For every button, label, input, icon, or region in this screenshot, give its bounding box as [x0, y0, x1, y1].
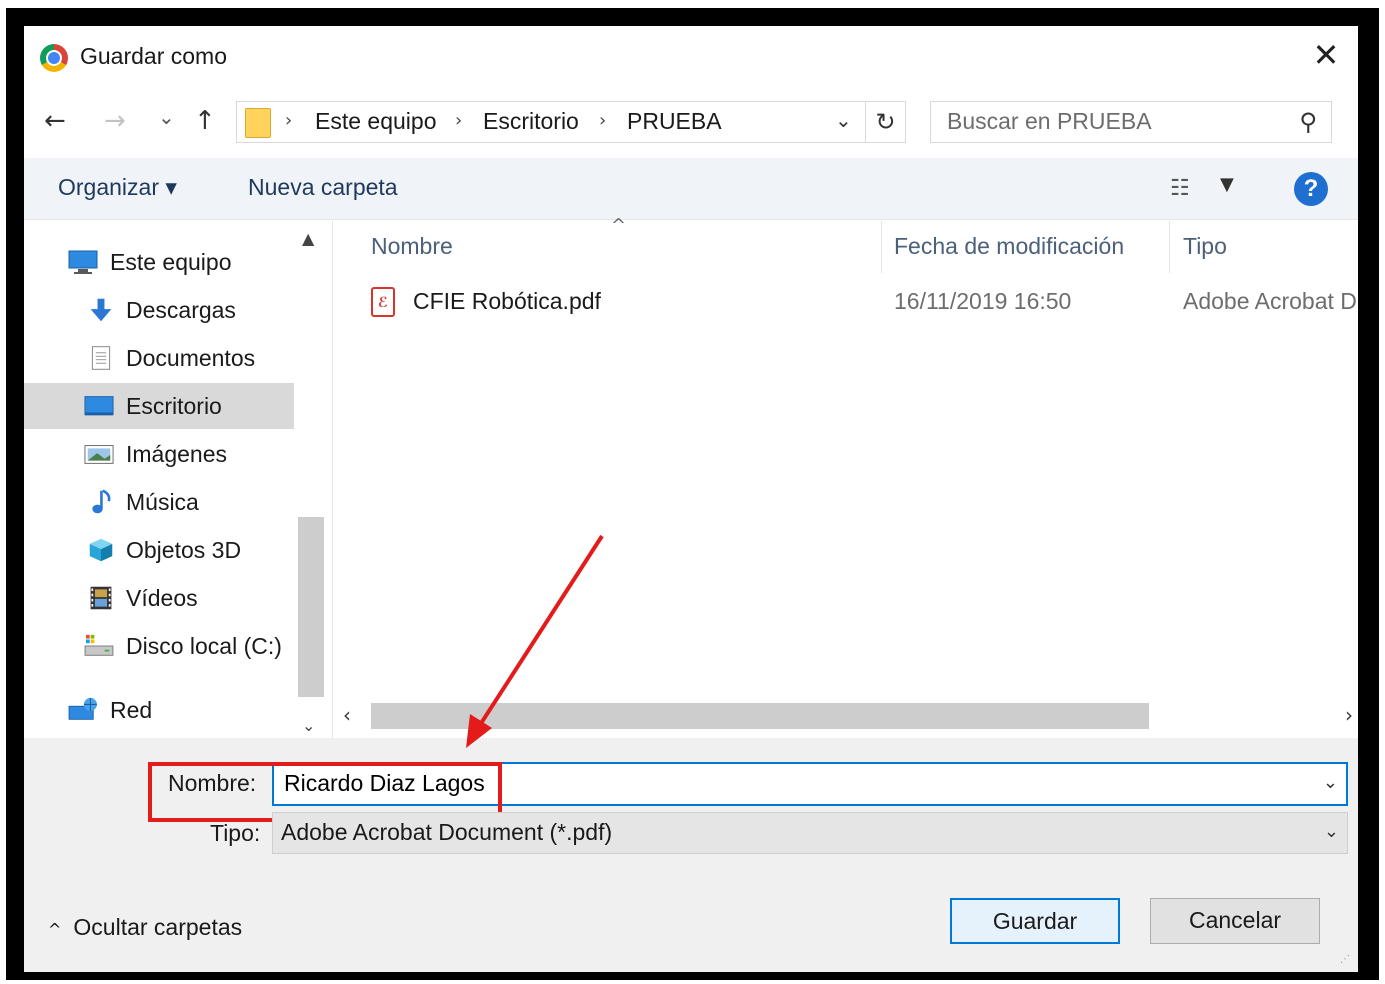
navigation-scrollbar[interactable]: ▲ ⌄ — [296, 221, 326, 741]
window-title: Guardar como — [80, 43, 228, 69]
sidebar-item-escritorio[interactable]: Escritorio — [24, 383, 294, 429]
view-dropdown-icon[interactable]: ▼ — [1220, 174, 1234, 195]
file-date: 16/11/2019 16:50 — [894, 288, 1072, 314]
file-type-select[interactable]: Adobe Acrobat Document (*.pdf) ⌄ — [272, 812, 1348, 854]
computer-icon — [68, 250, 98, 274]
help-icon[interactable]: ? — [1294, 172, 1328, 206]
hide-folders-toggle[interactable]: ^ Ocultar carpetas — [48, 914, 242, 941]
cancel-button[interactable]: Cancelar — [1150, 898, 1320, 944]
desktop-icon — [84, 396, 114, 416]
scroll-down-icon[interactable]: ⌄ — [302, 716, 315, 735]
column-header-nombre[interactable]: Nombre — [371, 233, 453, 260]
file-type-value: Adobe Acrobat Document (*.pdf) — [281, 819, 613, 845]
sidebar-item-disco-local[interactable]: Disco local (C:) — [24, 623, 294, 669]
sidebar-item-label: Este equipo — [110, 249, 232, 275]
hide-folders-label: Ocultar carpetas — [73, 914, 243, 940]
navigation-pane: Este equipo Descargas Documentos Escrito… — [24, 221, 332, 741]
close-button[interactable]: ✕ — [1308, 38, 1344, 74]
pdf-icon: ℰ — [371, 287, 395, 317]
breadcrumb-este-equipo[interactable]: Este equipo — [315, 108, 436, 135]
sidebar-item-imagenes[interactable]: Imágenes — [24, 431, 294, 477]
command-toolbar: Organizar ▾ Nueva carpeta ☷ ▼ ? — [24, 158, 1358, 220]
view-options-icon[interactable]: ☷ — [1170, 176, 1202, 201]
sidebar-item-objetos-3d[interactable]: Objetos 3D — [24, 527, 294, 573]
file-name: CFIE Robótica.pdf — [413, 288, 601, 314]
sidebar-item-red[interactable]: Red — [24, 687, 294, 733]
folder-icon — [245, 108, 271, 138]
chevron-right-icon: › — [455, 110, 463, 131]
sidebar-item-label: Descargas — [126, 297, 236, 323]
save-as-dialog: Guardar como ✕ ← → ⌄ ↑ › Este equipo › E… — [24, 26, 1358, 972]
back-arrow-icon[interactable]: ← — [44, 106, 66, 136]
chrome-icon — [40, 44, 68, 72]
sidebar-item-musica[interactable]: Música — [24, 479, 294, 525]
chevron-up-icon: ^ — [48, 920, 62, 939]
new-folder-button[interactable]: Nueva carpeta — [248, 174, 398, 201]
scroll-up-icon[interactable]: ▲ — [302, 229, 314, 248]
objects-3d-icon — [89, 538, 113, 562]
file-type-label: Tipo: — [210, 820, 261, 846]
search-input[interactable]: Buscar en PRUEBA — [947, 108, 1152, 135]
table-row[interactable]: ℰ CFIE Robótica.pdf 16/11/2019 16:50 Ado… — [333, 283, 1358, 323]
scrollbar-thumb[interactable] — [371, 703, 1149, 729]
save-button[interactable]: Guardar — [950, 898, 1120, 944]
sidebar-item-label: Objetos 3D — [126, 537, 242, 563]
scroll-left-icon[interactable]: ‹ — [343, 703, 351, 727]
file-type: Adobe Acrobat D — [1183, 288, 1357, 314]
documents-icon — [91, 346, 111, 370]
breadcrumb-escritorio[interactable]: Escritorio — [483, 108, 579, 135]
drive-icon — [84, 634, 114, 656]
chevron-down-icon[interactable]: ⌄ — [835, 108, 852, 132]
sidebar-item-este-equipo[interactable]: Este equipo — [24, 239, 294, 285]
sidebar-item-label: Vídeos — [126, 585, 198, 611]
file-list: ^ Nombre Fecha de modificación Tipo ℰ CF… — [332, 215, 1358, 741]
sidebar-item-label: Escritorio — [126, 393, 222, 419]
horizontal-scrollbar[interactable]: ‹ › — [333, 699, 1358, 733]
forward-arrow-icon[interactable]: → — [104, 106, 126, 136]
scrollbar-thumb[interactable] — [298, 517, 324, 697]
navigation-bar: ← → ⌄ ↑ › Este equipo › Escritorio › PRU… — [24, 86, 1358, 158]
videos-icon — [90, 586, 112, 610]
chevron-down-icon[interactable]: ⌄ — [1323, 772, 1338, 793]
sidebar-item-descargas[interactable]: Descargas — [24, 287, 294, 333]
chevron-right-icon: › — [285, 110, 293, 131]
chevron-down-icon[interactable]: ⌄ — [1324, 821, 1339, 842]
pictures-icon — [84, 445, 114, 464]
column-divider[interactable] — [881, 221, 882, 273]
sidebar-item-label: Música — [126, 489, 199, 515]
title-bar: Guardar como ✕ — [24, 26, 1358, 86]
save-options-pane: Nombre: Ricardo Diaz Lagos ⌄ Tipo: Adobe… — [24, 738, 1358, 972]
download-icon — [90, 298, 112, 322]
sidebar-item-videos[interactable]: Vídeos — [24, 575, 294, 621]
recent-locations-icon[interactable]: ⌄ — [158, 102, 175, 132]
chevron-right-icon: › — [599, 110, 607, 131]
up-arrow-icon[interactable]: ↑ — [194, 106, 216, 136]
sidebar-item-label: Red — [110, 697, 153, 723]
search-box[interactable]: Buscar en PRUEBA ⚲ — [930, 101, 1332, 143]
network-icon — [68, 697, 97, 720]
sidebar-item-label: Documentos — [126, 345, 256, 371]
organize-menu[interactable]: Organizar ▾ — [58, 174, 177, 201]
sidebar-item-label: Imágenes — [126, 441, 228, 467]
sort-ascending-icon: ^ — [611, 215, 627, 236]
refresh-icon[interactable]: ↻ — [865, 102, 905, 142]
column-header-tipo[interactable]: Tipo — [1183, 233, 1227, 260]
sidebar-item-documentos[interactable]: Documentos — [24, 335, 294, 381]
search-icon[interactable]: ⚲ — [1299, 108, 1317, 136]
music-icon — [92, 489, 111, 514]
column-header-fecha[interactable]: Fecha de modificación — [894, 233, 1124, 260]
sidebar-item-label: Disco local (C:) — [126, 633, 282, 659]
breadcrumb-prueba[interactable]: PRUEBA — [627, 108, 722, 135]
scroll-right-icon[interactable]: › — [1345, 703, 1353, 727]
column-divider[interactable] — [1169, 221, 1170, 273]
address-bar[interactable]: › Este equipo › Escritorio › PRUEBA ⌄ ↻ — [236, 101, 906, 143]
resize-grip-icon[interactable]: ⋰ — [1340, 954, 1354, 968]
